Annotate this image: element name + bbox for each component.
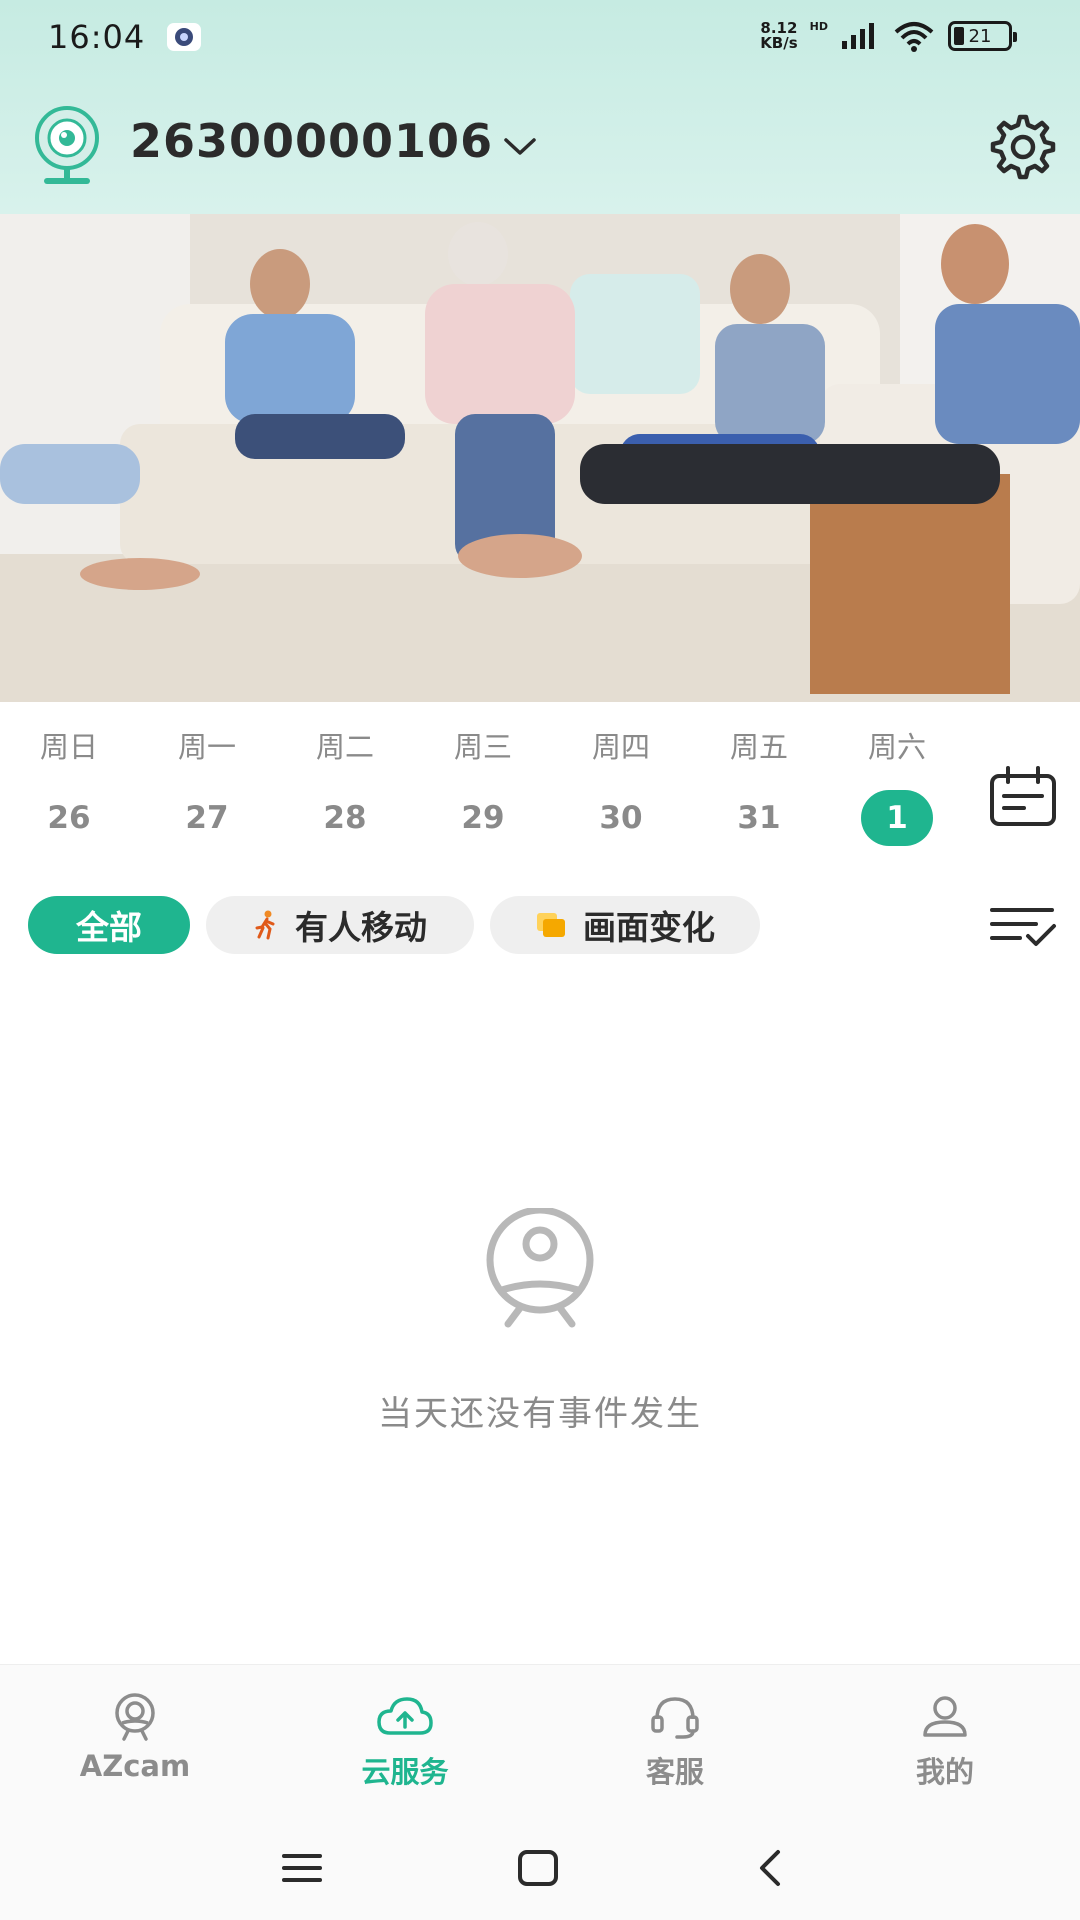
day-wednesday[interactable]: 周三 29 <box>414 724 552 846</box>
calendar-icon[interactable] <box>988 764 1058 830</box>
day-thursday[interactable]: 周四 30 <box>552 724 690 846</box>
status-icons: 8.12 KB/s HD 21 <box>760 19 1017 52</box>
network-speed: 8.12 KB/s <box>760 19 798 52</box>
status-bar: 16:04 8.12 KB/s HD 21 <box>0 0 1080 74</box>
empty-message: 当天还没有事件发生 <box>378 1394 702 1434</box>
wifi-icon <box>894 22 934 52</box>
day-friday[interactable]: 周五 31 <box>690 724 828 846</box>
back-icon[interactable] <box>742 1846 802 1890</box>
nav-item-cloud-service[interactable]: 云服务 <box>270 1693 540 1791</box>
home-icon[interactable] <box>508 1846 568 1890</box>
camera-icon <box>115 1693 155 1741</box>
nav-item-azcam[interactable]: AZcam <box>0 1693 270 1783</box>
system-navigation-bar <box>0 1816 1080 1920</box>
day-sunday[interactable]: 周日 26 <box>0 724 138 846</box>
filter-motion-chip[interactable]: 有人移动 <box>206 896 474 954</box>
nav-item-mine[interactable]: 我的 <box>810 1693 1080 1791</box>
headset-icon <box>651 1697 699 1739</box>
device-name[interactable]: 26300000106 <box>130 114 493 168</box>
video-preview[interactable] <box>0 214 1080 702</box>
video-frame <box>0 214 1080 702</box>
event-filter-bar: 全部 有人移动 画面变化 <box>0 878 1080 974</box>
day-saturday[interactable]: 周六 1 <box>828 724 966 846</box>
status-time: 16:04 <box>48 18 146 56</box>
layers-icon <box>537 913 565 937</box>
signal-icon <box>842 23 874 49</box>
week-selector: 周日 26 周一 27 周二 28 周三 29 周四 30 周五 31 周六 1 <box>0 702 1080 878</box>
device-header: 26300000106 <box>0 94 1080 194</box>
empty-state: 当天还没有事件发生 <box>0 974 1080 1664</box>
chevron-down-icon[interactable] <box>502 134 538 158</box>
camera-placeholder-icon <box>486 1208 594 1328</box>
day-monday[interactable]: 周一 27 <box>138 724 276 846</box>
person-icon <box>923 1696 967 1737</box>
filter-list-icon[interactable] <box>988 902 1058 952</box>
menu-icon[interactable] <box>272 1846 332 1890</box>
day-tuesday[interactable]: 周二 28 <box>276 724 414 846</box>
camera-icon <box>35 106 99 184</box>
nav-item-customer-service[interactable]: 客服 <box>540 1693 810 1791</box>
hd-tag: HD <box>809 19 828 33</box>
top-area: 16:04 8.12 KB/s HD 21 26300000106 <box>0 0 1080 214</box>
selected-day: 1 <box>861 790 933 846</box>
gear-icon[interactable] <box>988 112 1058 182</box>
bottom-nav: AZcam 云服务 客服 我的 <box>0 1664 1080 1816</box>
cloud-upload-icon <box>377 1697 433 1735</box>
running-person-icon <box>255 910 275 940</box>
battery-icon: 21 <box>948 21 1017 51</box>
filter-scene-change-chip[interactable]: 画面变化 <box>490 896 760 954</box>
filter-all-chip[interactable]: 全部 <box>28 896 190 954</box>
camera-notification-icon <box>167 23 202 51</box>
